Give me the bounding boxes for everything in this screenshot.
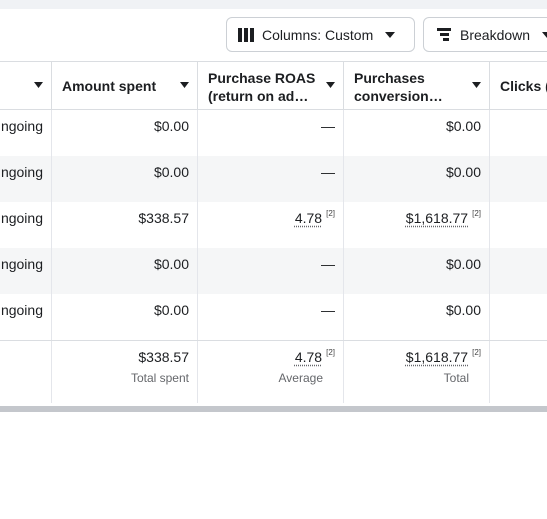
summary-roas-caption: Average [279,371,323,385]
amount-spent-cell: $338.57 [52,202,198,248]
conversion-cell: $0.00 [344,110,490,156]
sort-caret-icon[interactable] [34,82,43,88]
amount-spent-value: $338.57 [138,210,189,226]
top-strip [0,0,547,9]
amount-spent-cell: $0.00 [52,156,198,202]
conversion-cell: $0.00 [344,156,490,202]
columns-icon [238,28,255,42]
summary-conversion-value[interactable]: $1,618.77 [406,349,468,365]
horizontal-scrollbar[interactable] [0,406,547,412]
table-toolbar: Columns: Custom Breakdown [0,9,547,61]
table-row[interactable]: ngoing $0.00 — $0.00 [0,294,547,340]
delivery-status: ngoing [1,164,43,180]
roas-value: — [321,164,335,180]
conversion-value: $0.00 [446,164,481,180]
roas-cell: — [198,110,344,156]
conversion-value: $0.00 [446,256,481,272]
breakdown-button[interactable]: Breakdown [423,17,547,52]
summary-conversion-footnote: [2] [472,348,481,357]
table-header-row: Amount spent Purchase ROAS (return on ad… [0,61,547,110]
caret-down-icon [542,32,547,38]
conversion-cell: $1,618.77 [2] [344,202,490,248]
breakdown-icon [436,28,453,42]
amount-spent-value: $0.00 [154,256,189,272]
roas-value: — [321,118,335,134]
clicks-cell [490,294,547,340]
summary-conversion-cell: $1,618.77 [2] Total [344,341,490,403]
summary-row: $338.57 Total spent 4.78 [2] Average $1,6… [0,340,547,403]
roas-value: — [321,256,335,272]
delivery-cell: ngoing [0,110,52,156]
conversion-cell: $0.00 [344,294,490,340]
summary-amount-spent-value: $338.57 [138,349,189,365]
conversion-cell: $0.00 [344,248,490,294]
delivery-status: ngoing [1,302,43,318]
column-header-purchase-roas[interactable]: Purchase ROAS (return on ad… [198,62,344,109]
delivery-status: ngoing [1,118,43,134]
columns-button-label: Columns: Custom [262,27,373,43]
summary-roas-footnote: [2] [326,348,335,357]
roas-value[interactable]: 4.78 [295,210,322,226]
amount-spent-value: $0.00 [154,118,189,134]
amount-spent-cell: $0.00 [52,110,198,156]
column-header-label: Purchase ROAS (return on ad… [208,69,318,105]
sort-caret-icon[interactable] [180,82,189,88]
amount-spent-cell: $0.00 [52,294,198,340]
roas-value: — [321,302,335,318]
amount-spent-value: $0.00 [154,164,189,180]
delivery-cell: ngoing [0,294,52,340]
clicks-cell [490,110,547,156]
column-header-label: Amount spent [62,77,172,95]
sort-caret-icon[interactable] [326,82,335,88]
column-header-amount-spent[interactable]: Amount spent [52,62,198,109]
delivery-cell: ngoing [0,156,52,202]
summary-amount-spent-cell: $338.57 Total spent [52,341,198,403]
roas-cell: — [198,248,344,294]
clicks-cell [490,248,547,294]
clicks-cell [490,156,547,202]
amount-spent-value: $0.00 [154,302,189,318]
roas-cell: 4.78 [2] [198,202,344,248]
column-header-label: Purchases conversion… [354,69,464,105]
conversion-footnote: [2] [472,209,481,218]
table-row[interactable]: ngoing $0.00 — $0.00 [0,248,547,294]
delivery-cell: ngoing [0,202,52,248]
breakdown-button-label: Breakdown [460,27,530,43]
roas-footnote: [2] [326,209,335,218]
column-header-purchases-conversion[interactable]: Purchases conversion… [344,62,490,109]
table-row[interactable]: ngoing $338.57 4.78 [2] $1,618.77 [2] [0,202,547,248]
roas-cell: — [198,294,344,340]
roas-cell: — [198,156,344,202]
table-row[interactable]: ngoing $0.00 — $0.00 [0,156,547,202]
clicks-cell [490,202,547,248]
table-row[interactable]: ngoing $0.00 — $0.00 [0,110,547,156]
columns-button[interactable]: Columns: Custom [226,17,415,52]
conversion-value: $0.00 [446,118,481,134]
summary-conversion-caption: Total [444,371,469,385]
sort-caret-icon[interactable] [472,82,481,88]
caret-down-icon [385,32,395,38]
summary-roas-cell: 4.78 [2] Average [198,341,344,403]
column-header-label: Clicks ( [500,77,547,95]
column-header-clicks[interactable]: Clicks ( [490,62,547,109]
summary-amount-spent-caption: Total spent [131,371,189,385]
summary-clicks-cell [490,341,547,403]
summary-roas-value[interactable]: 4.78 [295,349,322,365]
delivery-status: ngoing [1,210,43,226]
summary-delivery-cell [0,341,52,403]
column-header-delivery[interactable] [0,62,52,109]
delivery-status: ngoing [1,256,43,272]
amount-spent-cell: $0.00 [52,248,198,294]
conversion-value[interactable]: $1,618.77 [406,210,468,226]
delivery-cell: ngoing [0,248,52,294]
conversion-value: $0.00 [446,302,481,318]
